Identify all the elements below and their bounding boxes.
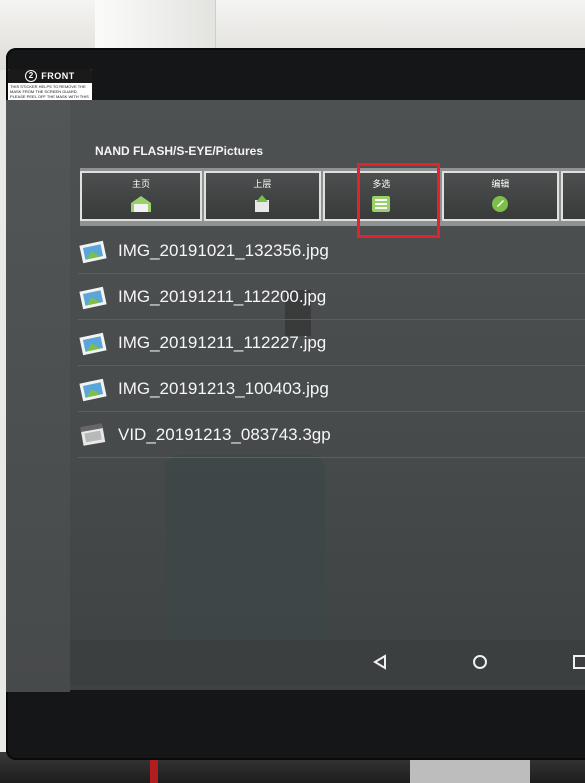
android-nav-bar xyxy=(70,640,585,685)
file-row[interactable]: IMG_20191021_132356.jpg xyxy=(78,228,585,274)
home-button[interactable]: 主页 xyxy=(80,171,202,221)
video-file-icon xyxy=(80,422,106,446)
screen-reflection xyxy=(165,455,325,665)
up-level-button-label: 上层 xyxy=(253,179,272,189)
more-button[interactable] xyxy=(560,171,585,221)
up-level-icon xyxy=(255,195,270,212)
edit-button[interactable]: 编辑 xyxy=(441,171,559,221)
recents-icon[interactable] xyxy=(570,652,585,672)
file-row[interactable]: IMG_20191211_112227.jpg xyxy=(78,320,585,366)
highlight-box xyxy=(357,163,440,238)
front-sticker: 2 FRONT This sticker helps to remove the… xyxy=(8,69,92,103)
file-name: VID_20191213_083743.3gp xyxy=(118,424,331,444)
file-name: IMG_20191211_112200.jpg xyxy=(118,286,327,306)
screen-left-edge xyxy=(6,100,70,692)
up-level-button[interactable]: 上层 xyxy=(203,171,321,221)
image-file-icon xyxy=(79,240,107,263)
image-file-icon xyxy=(79,332,107,355)
file-name: IMG_20191213_100403.jpg xyxy=(118,378,329,398)
sticker-header: 2 FRONT xyxy=(8,69,92,83)
file-toolbar: 主页 上层 多选 编辑 xyxy=(80,168,585,226)
home-button-label: 主页 xyxy=(131,179,150,189)
image-file-icon xyxy=(79,378,107,401)
edit-button-label: 编辑 xyxy=(491,179,510,189)
sticker-label: FRONT xyxy=(41,71,75,81)
image-file-icon xyxy=(79,286,107,309)
edit-icon xyxy=(492,196,509,212)
back-icon[interactable] xyxy=(370,652,390,672)
file-name: IMG_20191021_132356.jpg xyxy=(118,240,329,260)
desk-light-object xyxy=(410,756,530,783)
file-row[interactable]: IMG_20191213_100403.jpg xyxy=(78,366,585,412)
home-circle-icon[interactable] xyxy=(470,652,490,672)
home-icon xyxy=(130,196,151,212)
desk-object xyxy=(150,760,158,783)
sticker-number: 2 xyxy=(25,70,38,82)
file-row[interactable]: VID_20191213_083743.3gp xyxy=(78,412,585,458)
file-name: IMG_20191211_112227.jpg xyxy=(118,332,327,352)
file-list: IMG_20191021_132356.jpg IMG_20191211_112… xyxy=(78,228,585,458)
current-path: NAND FLASH/S-EYE/Pictures xyxy=(95,144,264,158)
file-row[interactable]: IMG_20191211_112200.jpg xyxy=(78,274,585,320)
